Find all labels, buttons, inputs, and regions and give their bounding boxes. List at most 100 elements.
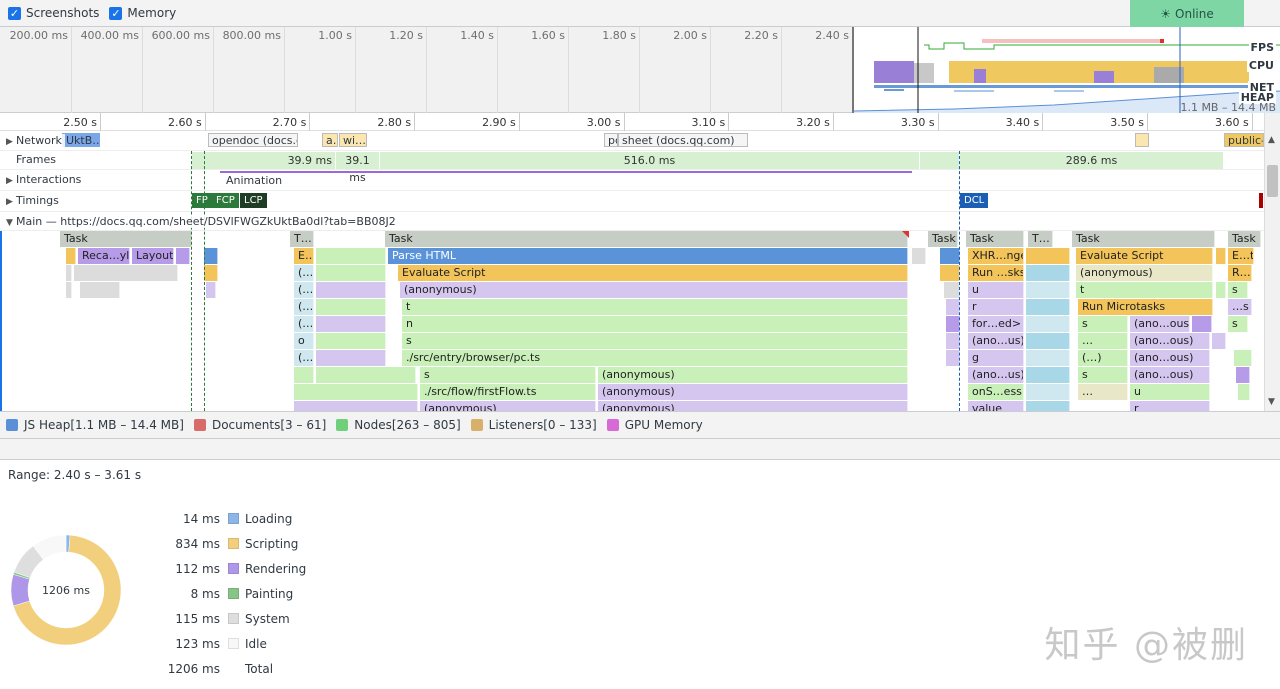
flame-event[interactable]: (… [294,282,314,298]
flame-event[interactable]: ./src/flow/firstFlow.ts [420,384,596,400]
flame-slice[interactable] [316,333,386,349]
counter-toggle[interactable]: Nodes[263 – 805] [336,418,461,432]
interactions-track-label[interactable]: ▶ Interactions [6,173,85,186]
flame-event[interactable]: r [968,299,1024,315]
network-throttle-badge[interactable]: ☀ Online [1130,0,1244,27]
flame-slice[interactable] [1026,265,1070,281]
flame-slice[interactable] [176,248,190,264]
interactions-track[interactable]: ▶ Interactions Animation [0,170,1264,191]
network-request[interactable]: pc [604,133,618,147]
flame-slice[interactable] [1026,384,1070,400]
flame-event[interactable]: (ano…us) [968,367,1024,383]
flame-event[interactable]: … [1078,333,1128,349]
counter-toggle[interactable]: JS Heap[1.1 MB – 14.4 MB] [6,418,184,432]
counter-toggle[interactable]: Documents[3 – 61] [193,418,326,432]
flame-slice[interactable] [206,282,216,298]
main-track[interactable]: ▼ Main — https://docs.qq.com/sheet/DSVlFW… [0,212,1264,231]
flame-slice[interactable] [316,367,416,383]
flame-event[interactable]: value [968,401,1024,411]
flame-event[interactable]: (anonymous) [598,384,908,400]
flame-event[interactable]: (… [294,316,314,332]
flame-event[interactable]: s [1228,316,1248,332]
screenshots-checkbox[interactable]: ✓ Screenshots [8,6,99,20]
flame-event[interactable]: ./src/entry/browser/pc.ts [402,350,908,366]
flame-slice[interactable] [204,265,218,281]
flame-slice[interactable] [316,316,386,332]
flame-event[interactable] [294,367,314,383]
frame-bar[interactable]: 39.9 ms [192,152,336,169]
flame-slice[interactable] [294,384,418,400]
flame-event[interactable]: (ano…us) [968,333,1024,349]
flame-event[interactable]: (anonymous) [598,401,908,411]
flame-slice[interactable] [912,248,926,264]
flame-event[interactable]: (ano…ous) [1130,333,1210,349]
flame-slice[interactable] [1238,384,1250,400]
flame-event[interactable]: s [420,367,596,383]
flame-slice[interactable] [1212,333,1226,349]
flame-slice[interactable] [946,333,960,349]
task-bar[interactable]: T… [290,231,314,247]
flame-event[interactable]: s [402,333,908,349]
flame-event[interactable]: n [402,316,908,332]
flame-chart[interactable]: ▶Network UktB… opendoc (docs.qq… a… wi… … [0,131,1264,411]
flame-slice[interactable] [1216,248,1226,264]
flame-event[interactable]: (…) [1078,350,1128,366]
flame-slice[interactable] [316,265,386,281]
network-request[interactable]: opendoc (docs.qq… [208,133,298,147]
flame-event[interactable]: R… [1228,265,1252,281]
dcl-marker[interactable]: DCL [960,193,989,208]
load-marker[interactable] [1259,193,1263,208]
flame-event[interactable]: g [968,350,1024,366]
timings-track[interactable]: ▶ Timings [0,191,1264,212]
flame-slice[interactable] [1026,299,1070,315]
flame-event[interactable]: Parse HTML [388,248,908,264]
flame-event[interactable]: …s [1228,299,1252,315]
network-request[interactable]: public-… [1224,133,1264,147]
flame-slice[interactable] [316,248,386,264]
flame-event[interactable]: t [1076,282,1213,298]
flame-event[interactable]: (ano…ous) [1130,316,1190,332]
flame-event[interactable]: s [1078,316,1128,332]
flame-slice[interactable] [1026,282,1070,298]
flame-slice[interactable] [80,282,120,298]
flame-event[interactable]: (anonymous) [400,282,908,298]
counter-toggle[interactable]: GPU Memory [606,418,703,432]
frame-bar[interactable]: 516.0 ms [380,152,920,169]
network-track[interactable]: ▶Network UktB… opendoc (docs.qq… a… wi… … [0,131,1264,151]
task-bar[interactable]: Task [966,231,1024,247]
flame-event[interactable]: u [1130,384,1210,400]
task-bar[interactable]: T… [1028,231,1053,247]
flame-event[interactable]: onS…ess [968,384,1024,400]
flame-slice[interactable] [944,282,960,298]
flame-slice[interactable] [66,282,72,298]
flame-slice[interactable] [1026,367,1070,383]
network-track-label[interactable]: ▶ Network [6,134,65,147]
memory-checkbox[interactable]: ✓ Memory [109,6,176,20]
flame-slice[interactable] [940,265,960,281]
flame-event[interactable]: Run Microtasks [1078,299,1213,315]
task-bar[interactable]: Task [1072,231,1215,247]
flame-slice[interactable] [1026,350,1070,366]
network-request[interactable]: wi… [339,133,367,147]
flame-slice[interactable] [66,248,76,264]
network-request[interactable]: a… [322,133,338,147]
frame-bar[interactable] [920,152,960,169]
flame-slice[interactable] [1192,316,1212,332]
flame-event[interactable]: (… [294,350,314,366]
flame-slice[interactable] [1026,401,1070,411]
flame-slice[interactable] [946,299,960,315]
scrollbar-thumb[interactable] [1267,165,1278,197]
scroll-up-icon[interactable]: ▲ [1268,135,1275,145]
frame-bar[interactable]: 289.6 ms [960,152,1224,169]
flame-event[interactable]: u [968,282,1024,298]
flame-event[interactable]: o [294,333,314,349]
flame-slice[interactable] [940,248,960,264]
animation-bar[interactable] [220,171,912,173]
flame-slice[interactable] [946,316,960,332]
task-bar[interactable]: Task [385,231,908,247]
network-request[interactable]: UktB… [62,133,100,147]
flame-event[interactable]: Reca…yle [78,248,130,264]
flame-event[interactable]: Run …sks [968,265,1024,281]
fp-marker[interactable]: FP [192,193,212,208]
task-bar[interactable]: Task [928,231,958,247]
